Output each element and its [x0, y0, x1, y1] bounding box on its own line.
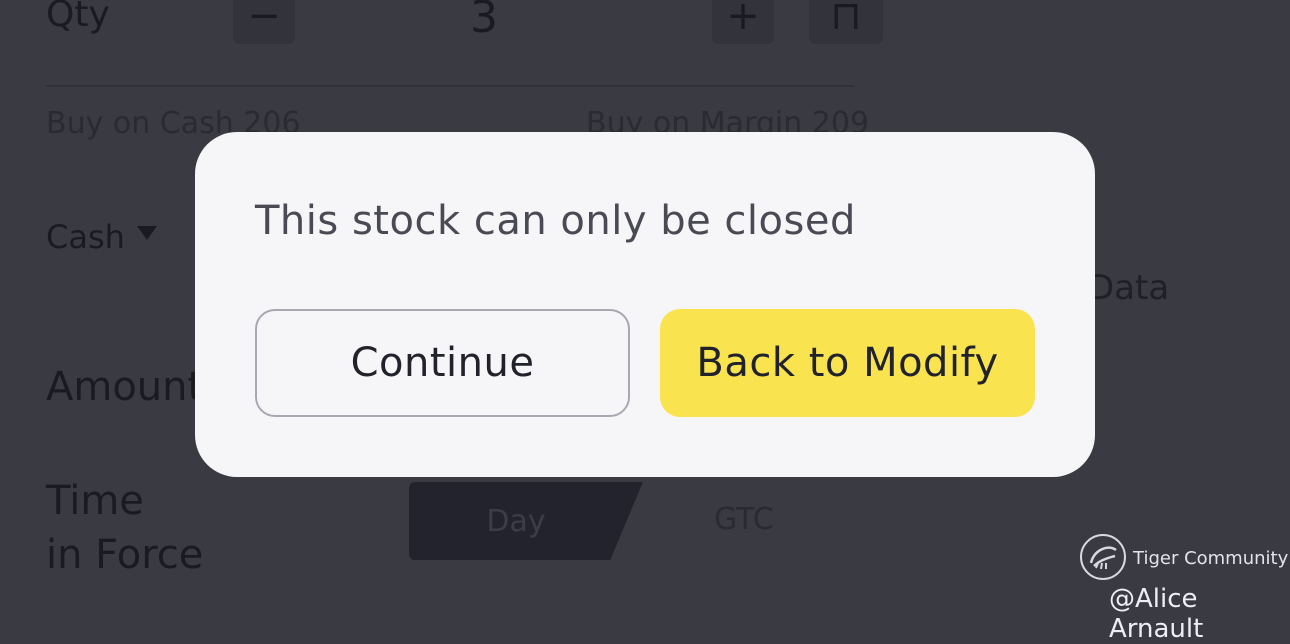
tif-option-day[interactable]: Day [409, 482, 643, 560]
data-link[interactable]: Data [1088, 268, 1169, 308]
qty-label: Qty [46, 0, 110, 35]
qty-increase-button[interactable]: + [712, 0, 774, 44]
qty-value[interactable]: 3 [470, 0, 498, 43]
continue-button[interactable]: Continue [255, 309, 630, 417]
qty-decrease-button[interactable]: − [233, 0, 295, 44]
caret-down-icon [136, 226, 157, 240]
tiger-logo-icon [1080, 534, 1126, 580]
amount-label: Amount [46, 364, 204, 410]
dialog-message: This stock can only be closed [255, 198, 856, 244]
account-type-label: Cash [46, 218, 125, 256]
time-in-force-line2: in Force [46, 532, 204, 578]
confirm-dialog: This stock can only be closed Continue B… [195, 132, 1095, 477]
watermark-community: Tiger Community [1133, 548, 1289, 569]
tif-option-gtc[interactable]: GTC [714, 502, 774, 537]
back-to-modify-button[interactable]: Back to Modify [660, 309, 1035, 417]
divider [46, 85, 854, 87]
watermark-user: @Alice Arnault [1109, 584, 1204, 644]
account-type-dropdown[interactable]: Cash [46, 218, 157, 256]
time-in-force-label: Time in Force [46, 474, 203, 582]
qty-max-button[interactable]: ⊓ [809, 0, 883, 44]
time-in-force-line1: Time [46, 478, 144, 524]
